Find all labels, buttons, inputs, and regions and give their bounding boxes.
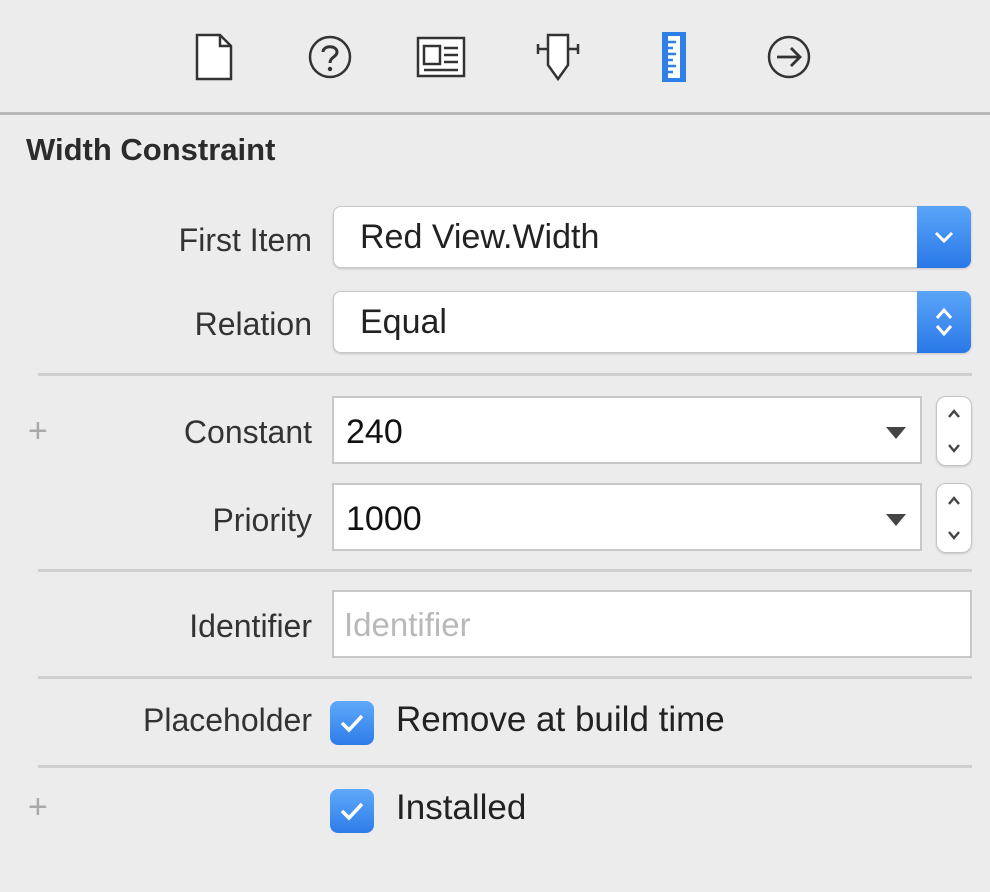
remove-at-build-time-label[interactable]: Remove at build time: [396, 700, 725, 740]
first-item-popup[interactable]: Red View.Width: [333, 206, 971, 268]
identifier-field[interactable]: [332, 590, 972, 658]
checkmark-icon: [340, 802, 364, 821]
first-item-label: First Item: [178, 222, 312, 258]
inspector-toolbar: [0, 0, 990, 115]
section-title: Width Constraint: [26, 132, 276, 167]
divider: [38, 373, 972, 376]
dropdown-arrow-icon[interactable]: [886, 427, 906, 439]
stepper-down-icon[interactable]: [937, 431, 971, 465]
chevron-updown-icon: [917, 291, 971, 353]
divider: [38, 569, 972, 572]
checkmark-icon: [340, 714, 364, 733]
remove-at-build-time-checkbox[interactable]: [330, 701, 374, 745]
first-item-value: Red View.Width: [360, 218, 600, 256]
chevron-down-icon: [917, 206, 971, 268]
constant-value: 240: [346, 413, 403, 451]
dropdown-arrow-icon[interactable]: [886, 514, 906, 526]
identifier-input[interactable]: [344, 604, 954, 646]
installed-label[interactable]: Installed: [396, 788, 526, 828]
relation-popup[interactable]: Equal: [333, 291, 971, 353]
placeholder-label: Placeholder: [143, 702, 312, 738]
constant-field[interactable]: 240: [332, 396, 922, 464]
divider: [38, 676, 972, 679]
relation-label: Relation: [194, 306, 312, 342]
constant-label: Constant: [183, 414, 312, 450]
attributes-icon[interactable]: [531, 30, 585, 84]
stepper-down-icon[interactable]: [937, 518, 971, 552]
priority-stepper[interactable]: [936, 483, 972, 553]
identifier-label: Identifier: [189, 608, 312, 644]
priority-field[interactable]: 1000: [332, 483, 922, 551]
stepper-up-icon[interactable]: [937, 484, 971, 518]
relation-value: Equal: [360, 303, 447, 341]
add-installed-variation-button[interactable]: +: [28, 788, 48, 827]
connections-icon[interactable]: [762, 30, 816, 84]
installed-checkbox[interactable]: [330, 789, 374, 833]
priority-label: Priority: [212, 502, 312, 538]
help-icon[interactable]: [303, 30, 357, 84]
identity-icon[interactable]: [414, 30, 468, 84]
priority-value: 1000: [346, 500, 422, 538]
size-ruler-icon[interactable]: [647, 30, 701, 84]
file-icon[interactable]: [187, 30, 241, 84]
stepper-up-icon[interactable]: [937, 397, 971, 431]
divider: [38, 765, 972, 768]
constant-stepper[interactable]: [936, 396, 972, 466]
